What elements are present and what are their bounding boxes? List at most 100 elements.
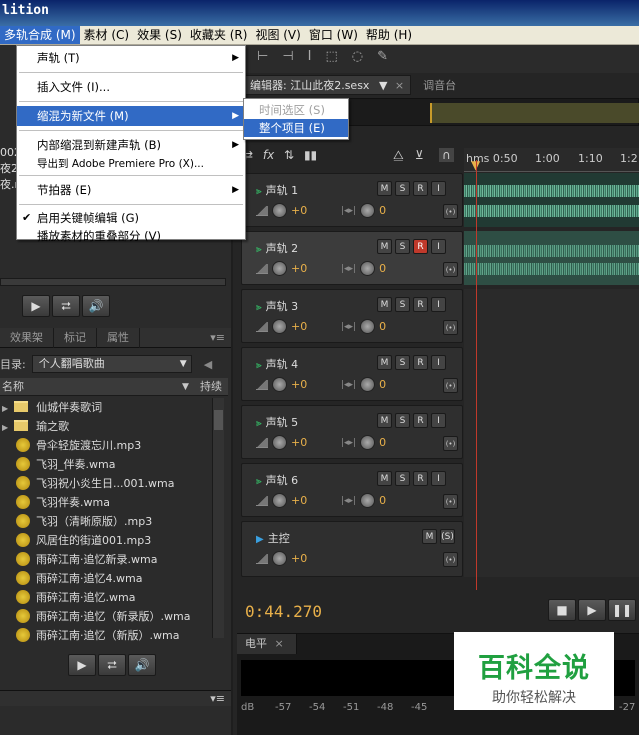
volume-value[interactable]: +0 (291, 320, 311, 333)
menu-multitrack[interactable]: 多轨合成 (M) (0, 26, 80, 44)
volume-value[interactable]: +0 (291, 436, 311, 449)
pan-knob[interactable] (360, 377, 376, 392)
mute-button[interactable]: M (377, 413, 392, 428)
file-play-button[interactable]: ▶ (68, 654, 96, 676)
track-name[interactable]: ⫸ 声轨 3 (256, 298, 298, 314)
track-name[interactable]: ⫸ 声轨 1 (256, 182, 298, 198)
column-duration[interactable]: 持续 (200, 378, 222, 396)
track-name[interactable]: ⫸ 声轨 6 (256, 472, 298, 488)
file-row[interactable]: 雨碎江南·追忆4.wma (0, 569, 212, 588)
expand-arrow-icon[interactable]: ▶ (2, 423, 8, 432)
track-name[interactable]: ⫸ 声轨 4 (256, 356, 298, 372)
solo-button[interactable]: S (395, 471, 410, 486)
solo-button[interactable]: S (395, 181, 410, 196)
overview-viewport[interactable] (430, 103, 639, 123)
volume-value[interactable]: +0 (291, 262, 311, 275)
record-arm-button[interactable]: R (413, 355, 428, 370)
waveform-track-1[interactable] (464, 173, 639, 227)
track-header-1[interactable]: ⫸ 声轨 1 M S R I +0 |◂▸| 0 (•) (241, 173, 463, 227)
record-arm-button[interactable]: R (413, 297, 428, 312)
waveform-track-2[interactable] (464, 231, 639, 285)
track-header-5[interactable]: ⫸ 声轨 5 M S R I +0 |◂▸| 0 (•) (241, 405, 463, 459)
file-row[interactable]: 风居住的街道001.mp3 (0, 531, 212, 550)
volume-value[interactable]: +0 (291, 552, 311, 565)
input-monitor-button[interactable]: I (431, 239, 446, 254)
file-row[interactable]: 骨伞轻旋渡忘川.mp3 (0, 436, 212, 455)
pan-value[interactable]: 0 (379, 378, 399, 391)
menu-effects[interactable]: 效果 (S) (133, 26, 186, 44)
levels-tab[interactable]: 电平 × (237, 634, 297, 654)
eq-icon[interactable]: ▮▮ (304, 148, 317, 162)
panel-menu-icon-2[interactable]: ▾≡ (210, 692, 225, 705)
pan-value[interactable]: 0 (379, 494, 399, 507)
file-row[interactable]: 飞羽（清晰原版）.mp3 (0, 512, 212, 531)
tab-menu-icon[interactable]: ▼ (379, 79, 387, 92)
volume-knob[interactable] (272, 551, 287, 566)
volume-knob[interactable] (272, 493, 287, 508)
fx-power-icon[interactable]: (•) (443, 494, 458, 509)
master-track[interactable]: ▶ 主控 M (S) +0 (•) (241, 521, 463, 577)
record-arm-button[interactable]: R (413, 181, 428, 196)
mute-button[interactable]: M (377, 297, 392, 312)
submenu-item-entire-session[interactable]: 整个项目 (E) (244, 119, 348, 137)
tab-markers[interactable]: 标记 (54, 327, 97, 348)
transport-play-button[interactable]: ▶ (578, 599, 606, 621)
file-speaker-button[interactable]: 🔊 (128, 654, 156, 676)
file-row[interactable]: 雨碎江南·追忆（新版）.wma (0, 626, 212, 645)
menu-window[interactable]: 窗口 (W) (305, 26, 362, 44)
timeline-ruler[interactable]: hms 0:50 1:00 1:10 1:2 ▼ (464, 148, 639, 172)
back-arrow-icon[interactable]: ◀ (204, 358, 212, 371)
menu-help[interactable]: 帮助 (H) (362, 26, 416, 44)
menu-item-keyframe-edit[interactable]: ✔ 启用关键帧编辑 (G) (17, 209, 245, 227)
menu-item-mixdown-new-file[interactable]: 缩混为新文件 (M) ▶ (17, 106, 245, 126)
volume-knob[interactable] (272, 203, 287, 218)
record-arm-button[interactable]: R (413, 471, 428, 486)
folder-row[interactable]: ▶ 仙城伴奏歌词 (0, 398, 212, 417)
horizontal-scrollbar[interactable] (0, 278, 226, 286)
cursor-tool-icon[interactable]: I (308, 49, 326, 64)
mute-button[interactable]: M (377, 239, 392, 254)
file-row[interactable]: 飞羽祝小炎生日...001.wma (0, 474, 212, 493)
input-monitor-button[interactable]: I (431, 181, 446, 196)
fx-icon[interactable]: fx (263, 148, 274, 162)
menu-item-insert-file[interactable]: 插入文件 (I)... (17, 77, 245, 97)
pan-value[interactable]: 0 (379, 436, 399, 449)
close-levels-icon[interactable]: × (275, 637, 284, 650)
track-header-4[interactable]: ⫸ 声轨 4 M S R I +0 |◂▸| 0 (•) (241, 347, 463, 401)
fx-power-icon[interactable]: (•) (443, 378, 458, 393)
time-select-tool-icon[interactable]: ⊢⊣ (257, 49, 308, 64)
snap-icon[interactable]: ∩ (439, 148, 454, 162)
file-row[interactable]: 飞羽_伴奏.wma (0, 455, 212, 474)
loop-button[interactable]: ⮂ (52, 295, 80, 317)
speaker-button[interactable]: 🔊 (82, 295, 110, 317)
menu-item-metronome[interactable]: 节拍器 (E) ▶ (17, 180, 245, 200)
volume-value[interactable]: +0 (291, 494, 311, 507)
record-arm-button[interactable]: R (413, 239, 428, 254)
close-tab-icon[interactable]: × (395, 79, 404, 92)
input-monitor-button[interactable]: I (431, 297, 446, 312)
file-list-scrollbar[interactable] (212, 398, 224, 638)
volume-knob[interactable] (272, 435, 287, 450)
file-row[interactable]: 雨碎江南·追忆.wma (0, 588, 212, 607)
panel-menu-icon[interactable]: ▾≡ (210, 331, 231, 344)
volume-knob[interactable] (272, 377, 287, 392)
tab-mixer[interactable]: 调音台 (411, 77, 468, 93)
tab-effects-rack[interactable]: 效果架 (0, 327, 54, 348)
directory-select[interactable]: 个人翻唱歌曲 ▼ (31, 355, 192, 373)
solo-button[interactable]: S (395, 297, 410, 312)
input-monitor-button[interactable]: I (431, 471, 446, 486)
volume-knob[interactable] (272, 261, 287, 276)
fx-power-icon[interactable]: (•) (443, 262, 458, 277)
menu-item-bounce-new-track[interactable]: 内部缩混到新建声轨 (B) ▶ (17, 135, 245, 155)
lasso-tool-icon[interactable]: ◌ (352, 49, 377, 64)
folder-row[interactable]: ▶ 瑜之歌 (0, 417, 212, 436)
send-icon[interactable]: ⇅ (284, 148, 294, 162)
pan-value[interactable]: 0 (379, 204, 399, 217)
column-name[interactable]: 名称 (0, 380, 24, 393)
pause-button[interactable]: ❚❚ (608, 599, 636, 621)
solo-button[interactable]: S (395, 413, 410, 428)
record-arm-button[interactable]: R (413, 413, 428, 428)
fx-power-icon[interactable]: (•) (443, 204, 458, 219)
input-icon[interactable]: ⊻ (415, 148, 424, 162)
scrollbar-thumb[interactable] (214, 410, 223, 430)
